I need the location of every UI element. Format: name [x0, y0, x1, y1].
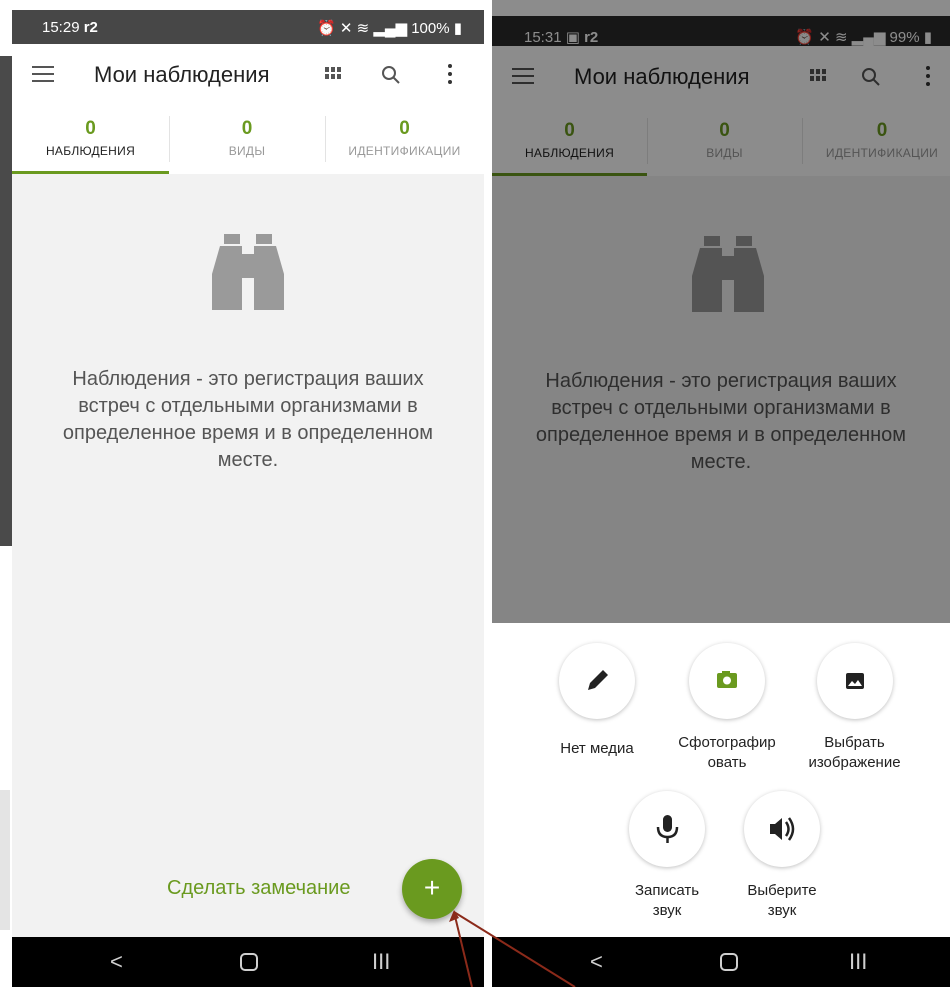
empty-state-message: Наблюдения - это регистрация ваших встре… — [62, 368, 434, 471]
microphone-icon[interactable] — [629, 791, 705, 867]
action-label: Записать звук — [634, 882, 700, 919]
status-carrier-mark: r2 — [83, 19, 98, 36]
status-time-value: 15:29 — [42, 19, 80, 36]
recent-apps-icon[interactable]: III — [372, 949, 390, 975]
camera-icon[interactable] — [689, 643, 765, 719]
tab-label: ВИДЫ — [228, 144, 266, 158]
menu-icon[interactable] — [32, 66, 54, 82]
search-icon[interactable] — [380, 64, 402, 86]
recent-apps-icon[interactable]: III — [849, 949, 867, 975]
back-icon[interactable]: < — [590, 949, 603, 975]
add-observation-label[interactable]: Сделать замечание — [167, 877, 350, 900]
status-time: 15:29 r2 — [42, 19, 98, 36]
top-edge — [12, 0, 484, 10]
record-sound-action[interactable]: Записать звук — [612, 791, 722, 921]
battery-percent: 100% — [411, 20, 450, 37]
action-label: Сфотографир овать — [678, 734, 776, 771]
background-strip — [0, 0, 12, 987]
tab-identifications[interactable]: 0 ИДЕНТИФИКАЦИИ — [325, 106, 484, 174]
active-tab-indicator — [12, 171, 169, 174]
no-media-action[interactable]: Нет медиа — [537, 643, 657, 759]
tab-count: 0 — [85, 118, 96, 139]
more-options-icon[interactable] — [447, 64, 453, 86]
status-indicators: ⏰ ✕ ≋ ▂▄▆ 100% ▮ — [317, 20, 462, 37]
tab-bar: 0 НАБЛЮДЕНИЯ 0 ВИДЫ 0 ИДЕНТИФИКАЦИИ — [12, 106, 484, 174]
back-icon[interactable]: < — [110, 949, 123, 975]
tab-count: 0 — [241, 118, 253, 139]
action-label: Нет медиа — [560, 740, 634, 757]
left-phone-screen: 15:29 r2 ⏰ ✕ ≋ ▂▄▆ 100% ▮ Мои наблюдения… — [12, 0, 484, 987]
tab-label: ИДЕНТИФИКАЦИИ — [348, 144, 461, 158]
add-observation-button[interactable]: + — [402, 859, 462, 919]
system-nav-bar: < III — [492, 937, 950, 987]
system-nav-bar: < III — [12, 937, 484, 987]
status-bar: 15:29 r2 ⏰ ✕ ≋ ▂▄▆ 100% ▮ — [12, 10, 484, 44]
action-label: Выбрать изображение — [808, 734, 901, 771]
dim-overlay[interactable] — [492, 0, 950, 623]
image-icon[interactable] — [816, 643, 893, 719]
take-photo-action[interactable]: Сфотографир овать — [667, 643, 787, 773]
background-light-block — [0, 790, 10, 930]
page-title: Мои наблюдения — [94, 62, 270, 87]
tab-count: 0 — [399, 118, 410, 139]
pencil-icon[interactable] — [559, 643, 635, 719]
home-icon[interactable] — [240, 953, 258, 971]
action-label: Выберите звук — [747, 882, 817, 919]
media-picker-sheet: Нет медиа Сфотографир овать Выбрать изоб… — [492, 623, 950, 937]
home-icon[interactable] — [720, 953, 738, 971]
speaker-icon[interactable] — [744, 791, 820, 867]
right-phone-screen: 15:31 ▣ r2 ⏰ ✕ ≋ ▂▄▆ 99% ▮ Мои наблюдени… — [492, 0, 950, 987]
grid-view-icon[interactable] — [325, 67, 343, 81]
app-bar: Мои наблюдения — [12, 44, 484, 106]
choose-image-action[interactable]: Выбрать изображение — [792, 643, 917, 773]
binoculars-icon — [212, 234, 284, 310]
choose-sound-action[interactable]: Выберите звук — [727, 791, 837, 921]
background-dark-block — [0, 56, 12, 546]
tab-species[interactable]: 0 ВИДЫ — [169, 106, 325, 174]
tab-label: НАБЛЮДЕНИЯ — [45, 144, 136, 158]
tab-observations[interactable]: 0 НАБЛЮДЕНИЯ — [12, 106, 169, 174]
